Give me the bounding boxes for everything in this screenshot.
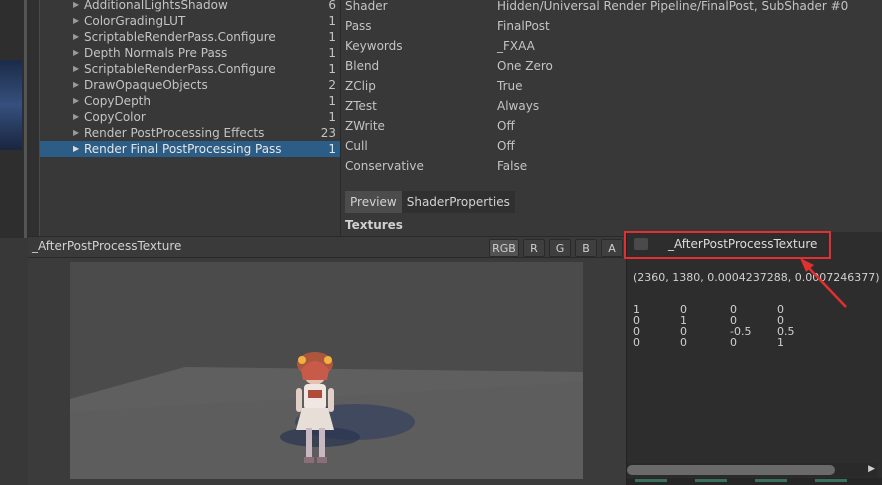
event-count: 1 xyxy=(328,94,336,108)
scroll-right-icon[interactable]: ▶ xyxy=(868,464,875,474)
event-tree-row[interactable]: ▶ CopyColor 1 xyxy=(40,109,340,125)
properties-panel: Shader Hidden/Universal Render Pipeline/F… xyxy=(340,0,882,238)
event-label: DrawOpaqueObjects xyxy=(84,78,208,92)
textures-section-title: Textures xyxy=(345,218,403,232)
event-count: 1 xyxy=(328,14,336,28)
matrix-cell: 0 xyxy=(730,336,737,349)
event-tree-row[interactable]: ▶ ScriptableRenderPass.Configure 1 xyxy=(40,29,340,45)
scene-thumbnail-strip xyxy=(0,60,22,150)
event-count: 6 xyxy=(328,0,336,12)
texture-icon xyxy=(634,238,648,250)
property-key: Conservative xyxy=(345,159,424,173)
event-label: ColorGradingLUT xyxy=(84,14,186,28)
panel-splitter[interactable] xyxy=(24,0,27,238)
event-tree-row[interactable]: ▶ CopyDepth 1 xyxy=(40,93,340,109)
event-count: 2 xyxy=(328,78,336,92)
matrix-cell: 0 xyxy=(633,336,640,349)
property-value: True xyxy=(497,79,523,93)
event-tree-row[interactable]: ▶ Render PostProcessing Effects 23 xyxy=(40,125,340,141)
expand-arrow-icon[interactable]: ▶ xyxy=(73,0,79,13)
property-key: Keywords xyxy=(345,39,403,53)
horizontal-scrollbar[interactable]: ▶ xyxy=(627,463,877,477)
texture-name-label: _AfterPostProcessTexture xyxy=(668,237,818,251)
scrollbar-thumb[interactable] xyxy=(627,465,835,475)
properties-tabs: Preview ShaderProperties xyxy=(345,191,515,213)
event-tree-row[interactable]: ▶ ColorGradingLUT 1 xyxy=(40,13,340,29)
property-row: Blend One Zero xyxy=(341,56,881,76)
event-label: ScriptableRenderPass.Configure xyxy=(84,62,276,76)
property-key: ZTest xyxy=(345,99,377,113)
property-key: Shader xyxy=(345,0,388,13)
property-key: ZClip xyxy=(345,79,376,93)
matrix-cell: 0 xyxy=(680,336,687,349)
property-key: Blend xyxy=(345,59,380,73)
event-tree-row[interactable]: ▶ AdditionalLightsShadow 6 xyxy=(40,0,340,13)
texture-toolbar: _AfterPostProcessTexture RGB R G B A xyxy=(28,236,626,258)
channel-b-button[interactable]: B xyxy=(575,239,597,257)
annotation-arrow-icon xyxy=(800,258,847,308)
event-count: 23 xyxy=(320,126,336,140)
bottom-status-strip xyxy=(627,478,882,485)
property-row: ZTest Always xyxy=(341,96,881,116)
event-count: 1 xyxy=(328,110,336,124)
property-value: Off xyxy=(497,119,515,133)
property-row: Conservative False xyxy=(341,156,881,176)
property-row: Pass FinalPost xyxy=(341,16,881,36)
property-value: _FXAA xyxy=(497,39,535,53)
property-value: Off xyxy=(497,139,515,153)
property-key: Pass xyxy=(345,19,372,33)
property-row: Shader Hidden/Universal Render Pipeline/F… xyxy=(341,0,881,16)
property-value: One Zero xyxy=(497,59,553,73)
event-count: 1 xyxy=(328,142,336,156)
property-value: Hidden/Universal Render Pipeline/FinalPo… xyxy=(497,0,849,13)
event-label: CopyColor xyxy=(84,110,146,124)
event-count: 1 xyxy=(328,46,336,60)
expand-arrow-icon[interactable]: ▶ xyxy=(73,61,79,77)
expand-arrow-icon[interactable]: ▶ xyxy=(73,45,79,61)
property-key: ZWrite xyxy=(345,119,385,133)
event-tree-row[interactable]: ▶ DrawOpaqueObjects 2 xyxy=(40,77,340,93)
event-count: 1 xyxy=(328,30,336,44)
channel-rgb-button[interactable]: RGB xyxy=(489,239,519,257)
property-row: Keywords _FXAA xyxy=(341,36,881,56)
left-panel-edge xyxy=(0,0,28,238)
matrix-cell: 1 xyxy=(777,336,784,349)
event-tree-row[interactable]: ▶ ScriptableRenderPass.Configure 1 xyxy=(40,61,340,77)
event-label: Render Final PostProcessing Pass xyxy=(84,142,282,156)
event-count: 1 xyxy=(328,62,336,76)
channel-r-button[interactable]: R xyxy=(523,239,545,257)
property-value: FinalPost xyxy=(497,19,550,33)
channel-g-button[interactable]: G xyxy=(549,239,571,257)
event-label: CopyDepth xyxy=(84,94,151,108)
property-row: ZClip True xyxy=(341,76,881,96)
event-tree-row[interactable]: ▶ Render Final PostProcessing Pass 1 xyxy=(40,141,340,157)
tree-gutter xyxy=(28,0,40,238)
channel-a-button[interactable]: A xyxy=(601,239,623,257)
expand-arrow-icon[interactable]: ▶ xyxy=(73,13,79,29)
expand-arrow-icon[interactable]: ▶ xyxy=(73,141,79,157)
event-tree-row[interactable]: ▶ Depth Normals Pre Pass 1 xyxy=(40,45,340,61)
property-row: Cull Off xyxy=(341,136,881,156)
tab-preview[interactable]: Preview xyxy=(345,191,402,213)
event-label: Render PostProcessing Effects xyxy=(84,126,265,140)
event-label: ScriptableRenderPass.Configure xyxy=(84,30,276,44)
expand-arrow-icon[interactable]: ▶ xyxy=(73,77,79,93)
event-tree: ▶ AdditionalLightsShadow 6 ▶ ColorGradingLUT… xyxy=(40,0,340,238)
tab-shader-properties[interactable]: ShaderProperties xyxy=(401,191,515,213)
texture-preview-image[interactable] xyxy=(70,262,583,479)
property-key: Cull xyxy=(345,139,368,153)
expand-arrow-icon[interactable]: ▶ xyxy=(73,29,79,45)
property-value: Always xyxy=(497,99,540,113)
property-row: ZWrite Off xyxy=(341,116,881,136)
expand-arrow-icon[interactable]: ▶ xyxy=(73,109,79,125)
texture-title: _AfterPostProcessTexture xyxy=(32,239,182,253)
expand-arrow-icon[interactable]: ▶ xyxy=(73,93,79,109)
property-value: False xyxy=(497,159,528,173)
event-label: AdditionalLightsShadow xyxy=(84,0,228,12)
expand-arrow-icon[interactable]: ▶ xyxy=(73,125,79,141)
event-label: Depth Normals Pre Pass xyxy=(84,46,228,60)
